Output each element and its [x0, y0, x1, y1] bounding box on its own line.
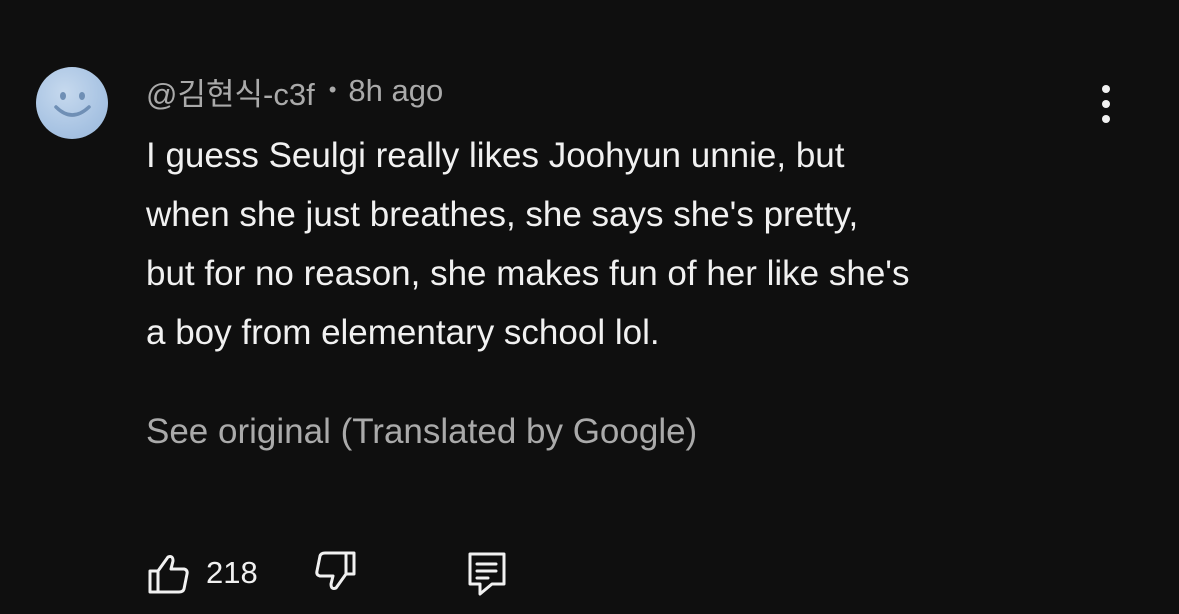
thumbs-down-icon: [315, 551, 356, 590]
more-vertical-icon[interactable]: [1091, 84, 1121, 124]
author-handle[interactable]: @김현식-c3f: [146, 69, 315, 114]
like-button[interactable]: 218: [146, 550, 258, 596]
avatar[interactable]: [36, 67, 108, 139]
comment-text: I guess Seulgi really likes Joohyun unni…: [146, 136, 910, 352]
reply-comment-icon: [468, 552, 506, 596]
reply-button[interactable]: [466, 550, 510, 603]
smiley-face-icon: [54, 92, 91, 117]
see-original-link[interactable]: See original (Translated by Google): [146, 404, 697, 460]
separator-dot: •: [328, 77, 337, 102]
comment-timestamp[interactable]: 8h ago: [348, 73, 443, 109]
thumbs-up-icon: [148, 555, 189, 594]
comment-header: @김현식-c3f • 8h ago: [146, 70, 443, 112]
dislike-button[interactable]: [314, 550, 358, 599]
like-count: 218: [206, 555, 258, 590]
